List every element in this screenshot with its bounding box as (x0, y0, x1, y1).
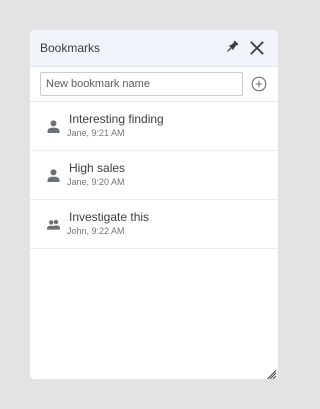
bookmark-title: Investigate this (69, 210, 150, 224)
resize-handle[interactable] (267, 367, 277, 379)
panel-header: Bookmarks (30, 30, 278, 67)
pin-button[interactable] (224, 39, 240, 55)
users-icon (47, 219, 60, 230)
bookmark-meta: Jane, 9:20 AM (67, 177, 125, 187)
panel-title: Bookmarks (40, 41, 101, 55)
add-bookmark-button[interactable] (251, 76, 267, 92)
user-icon (47, 120, 60, 133)
bookmark-item[interactable]: High sales Jane, 9:20 AM (30, 151, 278, 200)
close-button[interactable] (249, 40, 265, 56)
add-circle-icon (251, 76, 267, 92)
resize-grip-icon (267, 370, 277, 379)
bookmark-item[interactable]: Investigate this John, 9:22 AM (30, 200, 278, 249)
close-icon (250, 41, 264, 55)
add-bookmark-row (30, 67, 278, 102)
bookmark-meta: John, 9:22 AM (67, 226, 125, 236)
bookmark-title: Interesting finding (69, 112, 164, 126)
bookmark-meta: Jane, 9:21 AM (67, 128, 125, 138)
bookmark-title: High sales (69, 161, 126, 175)
bookmark-name-input[interactable] (40, 72, 243, 96)
bookmark-list: Interesting finding Jane, 9:21 AM High s… (30, 102, 278, 249)
user-icon (47, 169, 60, 182)
bookmark-item[interactable]: Interesting finding Jane, 9:21 AM (30, 102, 278, 151)
pin-icon (227, 40, 239, 52)
bookmarks-panel: Bookmarks New bookmark name Interesting … (30, 30, 278, 379)
